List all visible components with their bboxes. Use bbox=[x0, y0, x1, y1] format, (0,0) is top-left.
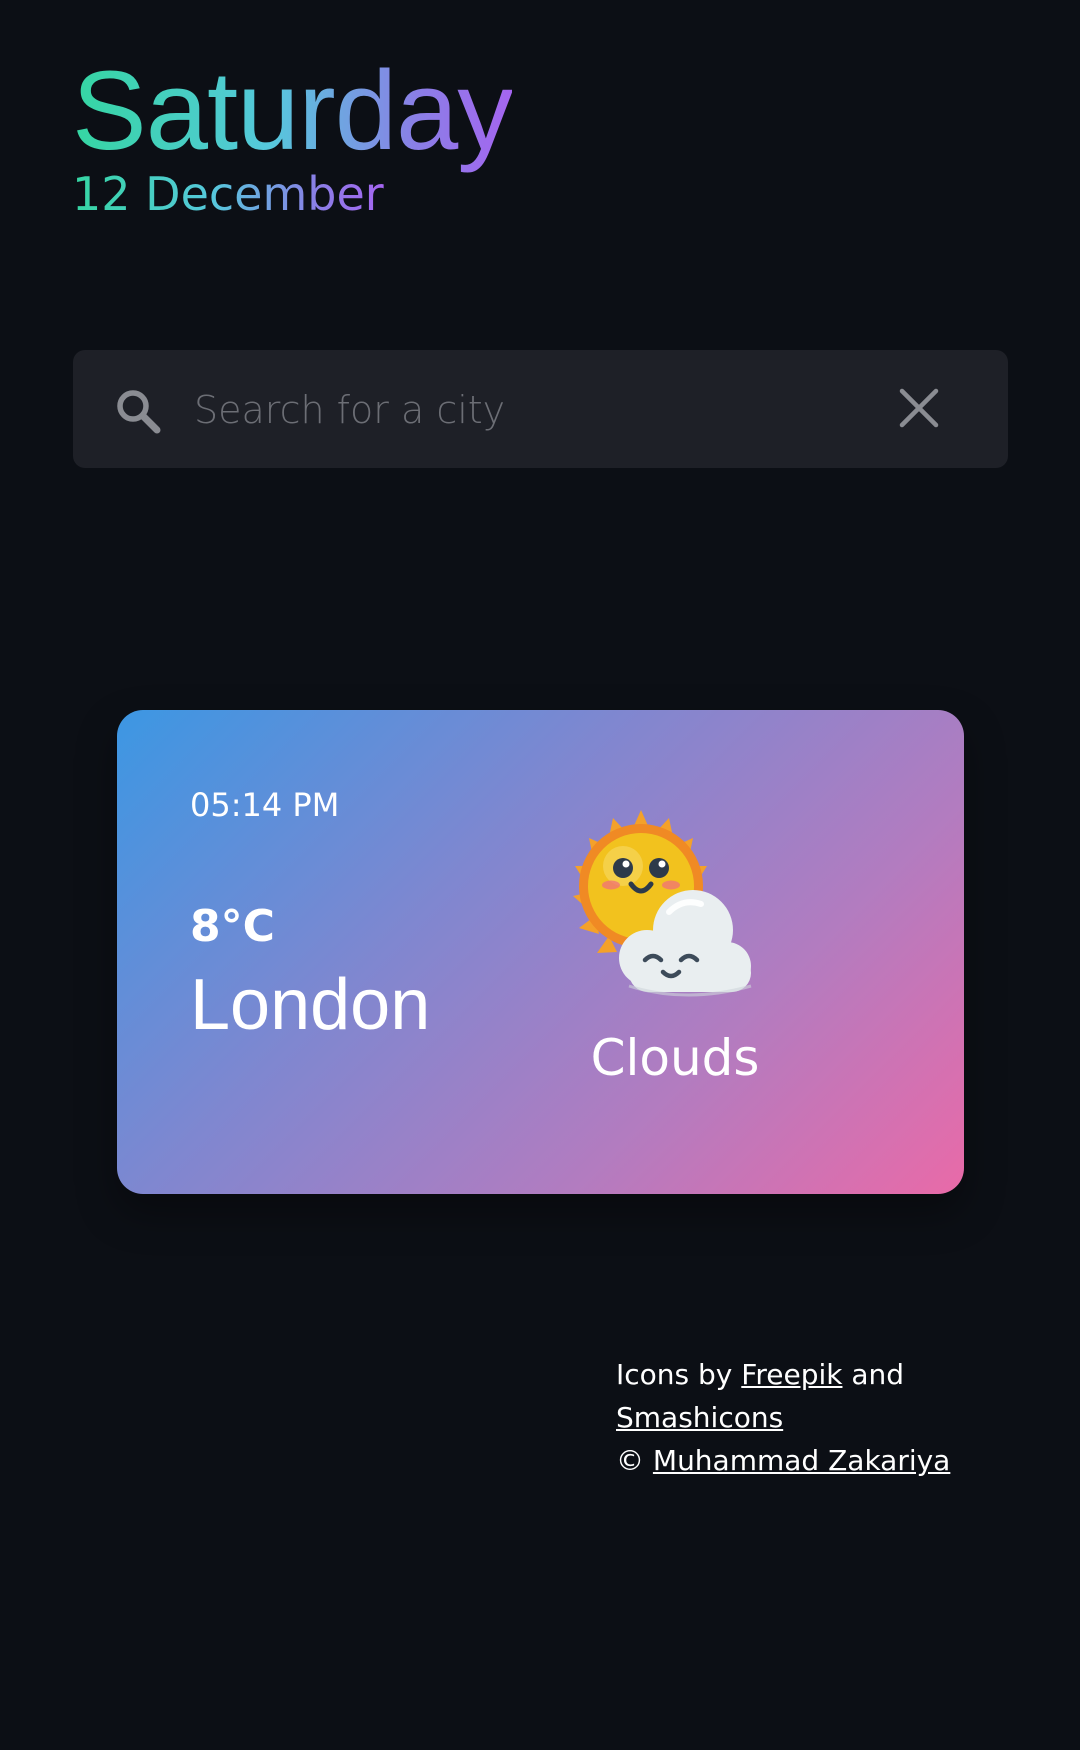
credits-prefix: Icons by bbox=[616, 1358, 733, 1391]
copyright-line: © Muhammad Zakariya bbox=[616, 1439, 1080, 1482]
icon-credits-line: Icons by Freepik and Smashicons bbox=[616, 1353, 1080, 1439]
local-time: 05:14 PM bbox=[190, 786, 340, 824]
city-name: London bbox=[190, 965, 431, 1045]
sun-behind-cloud-icon bbox=[573, 810, 752, 997]
credits-conjunction: and bbox=[851, 1358, 905, 1391]
date-header: Saturday 12 December bbox=[72, 46, 513, 224]
copyright-symbol: © bbox=[616, 1444, 644, 1477]
author-link[interactable]: Muhammad Zakariya bbox=[653, 1444, 950, 1477]
close-icon[interactable] bbox=[896, 385, 942, 431]
search-icon[interactable] bbox=[112, 385, 164, 437]
date-subtitle: 12 December bbox=[72, 164, 384, 224]
temperature: 8°C bbox=[190, 901, 275, 952]
smashicons-link[interactable]: Smashicons bbox=[616, 1401, 783, 1434]
search-input[interactable] bbox=[194, 380, 874, 440]
weather-condition: Clouds bbox=[590, 1029, 760, 1087]
footer-credits: Icons by Freepik and Smashicons © Muhamm… bbox=[616, 1353, 1080, 1482]
weather-card: 05:14 PM 8°C London Clouds bbox=[117, 710, 964, 1194]
freepik-link[interactable]: Freepik bbox=[741, 1358, 842, 1391]
